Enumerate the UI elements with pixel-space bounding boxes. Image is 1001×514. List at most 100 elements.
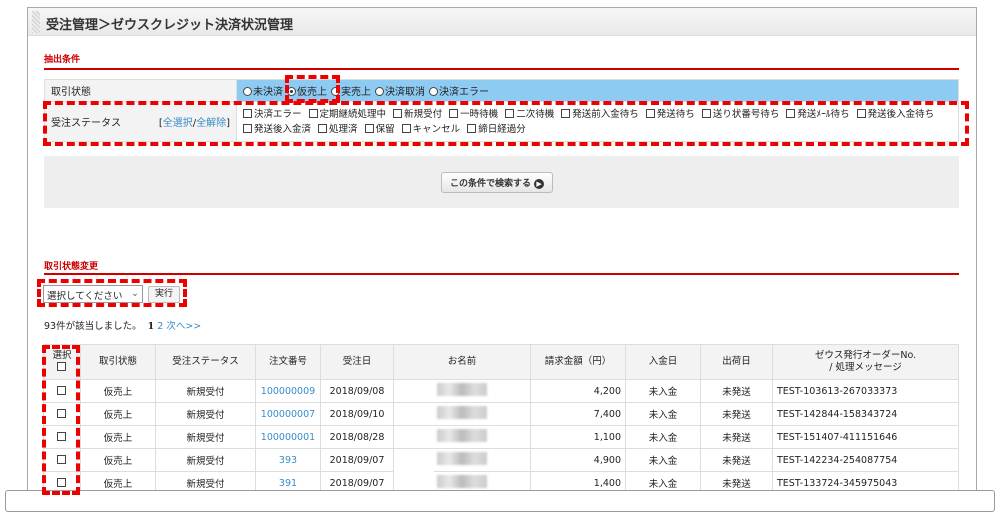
- checkbox-icon[interactable]: [856, 108, 866, 118]
- select-all-checkbox[interactable]: [56, 362, 66, 371]
- blurred-name: [437, 383, 487, 396]
- cell-paid: 未入金: [625, 402, 701, 426]
- order-status-checkbox[interactable]: キャンセル: [401, 123, 461, 135]
- trans-state-radio[interactable]: 決済エラー: [429, 87, 489, 98]
- order-link[interactable]: 100000007: [261, 409, 315, 420]
- cell-name: [393, 379, 531, 403]
- order-status-checkbox[interactable]: 保留: [364, 123, 395, 135]
- cell-paid: 未入金: [625, 379, 701, 403]
- order-link[interactable]: 100000001: [261, 432, 315, 443]
- order-status-checkbox[interactable]: 一時待機: [449, 108, 498, 120]
- blurred-name: [437, 429, 487, 442]
- checkbox-icon[interactable]: [364, 123, 374, 133]
- cell-name: [393, 425, 531, 449]
- row-select: [43, 379, 81, 403]
- order-status-checkbox[interactable]: 送り状番号待ち: [701, 108, 780, 120]
- trans-state-radio[interactable]: 決済取消: [375, 87, 425, 98]
- row-select: [43, 425, 81, 449]
- checkbox-label: 発送待ち: [656, 108, 695, 120]
- checkbox-label: 保留: [375, 123, 395, 135]
- row-checkbox[interactable]: [56, 477, 66, 487]
- order-status-checkbox[interactable]: 締日経過分: [467, 123, 526, 135]
- chevron-down-icon: ⌄: [131, 288, 139, 299]
- col-status: 受注ステータス: [155, 344, 256, 380]
- checkbox-icon[interactable]: [505, 108, 515, 118]
- row-checkbox[interactable]: [56, 408, 66, 418]
- row-checkbox[interactable]: [56, 385, 66, 395]
- order-status-checkbox[interactable]: 決済エラー: [243, 108, 302, 120]
- search-button-label: この条件で検索する: [450, 179, 532, 189]
- radio-icon[interactable]: [429, 87, 438, 96]
- order-status-checkbox[interactable]: 処理済: [318, 123, 358, 135]
- state-change-select[interactable]: 選択してください ⌄: [43, 285, 143, 303]
- order-status-checkbox[interactable]: 発送前入金待ち: [561, 108, 639, 120]
- select-all-link[interactable]: 全選択: [163, 118, 193, 129]
- radio-icon[interactable]: [243, 87, 252, 96]
- bottom-bar: [5, 490, 995, 512]
- order-link[interactable]: 391: [279, 478, 297, 489]
- col-amount: 請求金額（円）: [530, 344, 626, 380]
- checkbox-icon[interactable]: [786, 108, 796, 118]
- col-shipped: 出荷日: [700, 344, 773, 380]
- checkbox-icon[interactable]: [561, 108, 571, 118]
- radio-icon[interactable]: [375, 87, 384, 96]
- cell-amount: 7,400: [530, 402, 626, 426]
- order-status-label-cell: 受注ステータス [全選択/全解除]: [44, 101, 237, 142]
- checkbox-label: 発送ﾒｰﾙ待ち: [797, 108, 850, 120]
- page-title: 受注管理＞ゼウスクレジット決済状況管理: [46, 18, 294, 33]
- checkbox-label: 処理済: [329, 123, 358, 135]
- page-2-link[interactable]: 2: [157, 321, 163, 332]
- results-table: 選択 取引状態 受注ステータス 注文番号 受注日 お名前 請求金額（円） 入金日…: [43, 344, 959, 495]
- radio-label: 決済エラー: [439, 87, 489, 98]
- checkbox-label: 送り状番号待ち: [712, 108, 780, 120]
- execute-button[interactable]: 実行: [148, 286, 180, 303]
- search-button[interactable]: この条件で検索する ▶: [441, 172, 554, 193]
- order-status-checkboxes: 決済エラー 定期継続処理中 新規受付 一時待機 二次待機 発送前入金待ち 発送待…: [236, 101, 959, 142]
- divider: [44, 273, 959, 275]
- checkbox-icon[interactable]: [467, 123, 477, 133]
- cell-date: 2018/09/07: [320, 448, 394, 472]
- checkbox-icon[interactable]: [393, 108, 403, 118]
- order-status-checkbox[interactable]: 発送ﾒｰﾙ待ち: [786, 108, 850, 120]
- cell-status: 新規受付: [155, 379, 256, 403]
- order-link[interactable]: 393: [279, 455, 297, 466]
- cell-amount: 4,900: [530, 448, 626, 472]
- next-page-link[interactable]: 次へ>>: [166, 321, 201, 332]
- checkbox-label: キャンセル: [412, 123, 461, 135]
- checkbox-icon[interactable]: [243, 123, 252, 133]
- order-status-checkbox[interactable]: 新規受付: [393, 108, 442, 120]
- checkbox-icon[interactable]: [645, 108, 655, 118]
- order-status-checkbox[interactable]: 定期継続処理中: [308, 108, 386, 120]
- table-row: 仮売上 新規受付 393 2018/09/07 4,900 未入金 未発送 TE…: [43, 448, 959, 472]
- checkbox-icon[interactable]: [243, 108, 252, 118]
- row-checkbox[interactable]: [56, 454, 66, 464]
- checkbox-icon[interactable]: [449, 108, 459, 118]
- deselect-all-link[interactable]: 全解除: [196, 118, 226, 129]
- checkbox-label: 発送後入金待ち: [867, 108, 935, 120]
- radio-icon[interactable]: [287, 87, 296, 96]
- trans-state-radio[interactable]: 仮売上: [287, 87, 327, 98]
- cell-shipped: 未発送: [700, 379, 773, 403]
- trans-state-radio[interactable]: 未決済: [243, 87, 283, 98]
- grip-decoration: [32, 11, 40, 33]
- radio-label: 仮売上: [297, 87, 327, 98]
- radio-icon[interactable]: [331, 87, 340, 96]
- obscured-area: [394, 465, 434, 490]
- checkbox-icon[interactable]: [401, 123, 411, 133]
- order-status-checkbox[interactable]: 二次待機: [505, 108, 554, 120]
- cell-date: 2018/09/08: [320, 379, 394, 403]
- result-count: 93件が該当しました。 1 2 次へ>>: [44, 318, 201, 332]
- order-status-checkbox[interactable]: 発送待ち: [645, 108, 695, 120]
- trans-state-radios: 未決済 仮売上 実売上 決済取消 決済エラー: [236, 79, 959, 102]
- checkbox-icon[interactable]: [318, 123, 328, 133]
- trans-state-radio[interactable]: 実売上: [331, 87, 371, 98]
- cell-shipped: 未発送: [700, 448, 773, 472]
- order-link[interactable]: 100000009: [261, 386, 315, 397]
- order-status-checkbox[interactable]: 発送後入金待ち: [856, 108, 935, 120]
- change-section-label: 取引状態変更: [44, 262, 99, 272]
- checkbox-icon[interactable]: [701, 108, 711, 118]
- checkbox-icon[interactable]: [308, 108, 318, 118]
- col-name: お名前: [393, 344, 531, 380]
- row-checkbox[interactable]: [56, 431, 66, 441]
- order-status-checkbox[interactable]: 発送後入金済: [243, 123, 311, 135]
